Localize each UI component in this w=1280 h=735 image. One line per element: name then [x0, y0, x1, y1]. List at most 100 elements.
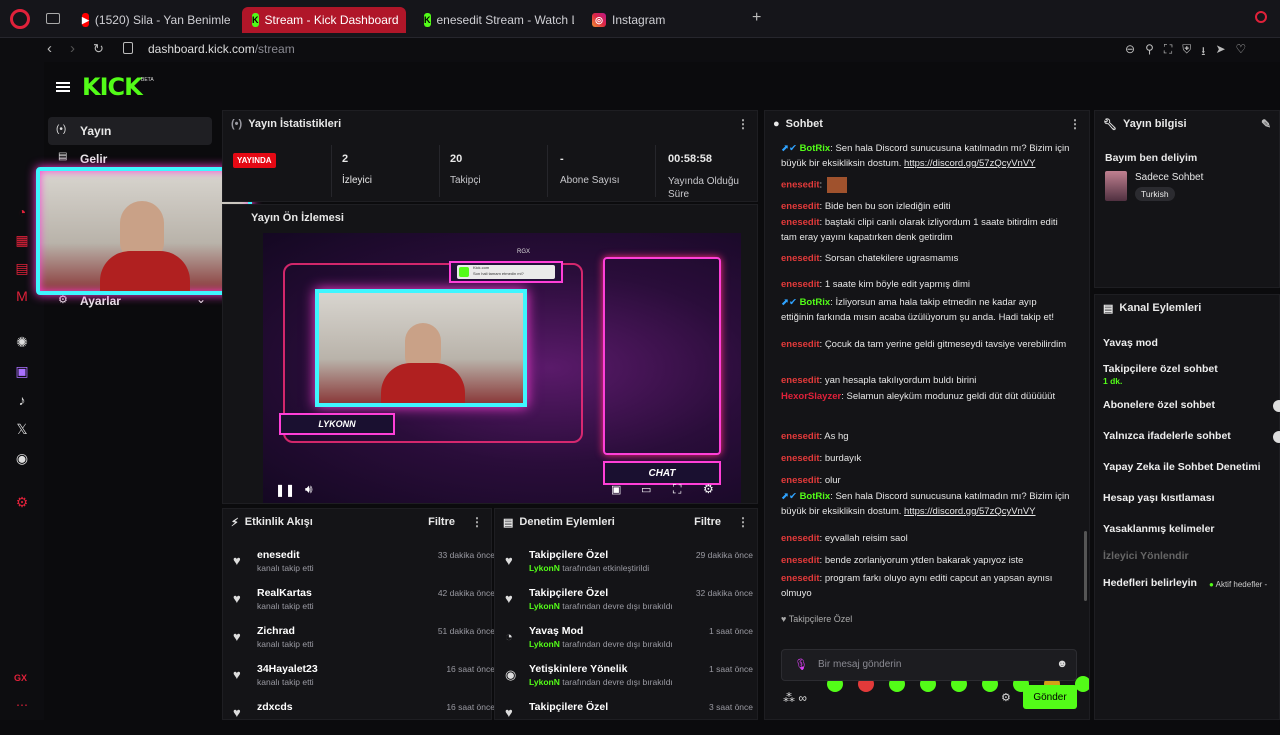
- list-item[interactable]: ♥ Zichrad kanalı takip etti 51 dakika ön…: [233, 623, 495, 659]
- channel-action-item[interactable]: Takipçilere özel sohbet 1 dk.: [1103, 363, 1218, 386]
- chat-username[interactable]: enesedit: [781, 475, 820, 486]
- kebab-icon[interactable]: ⋮: [737, 117, 749, 131]
- chat-scrollbar[interactable]: [1084, 531, 1087, 601]
- chat-username[interactable]: enesedit: [781, 217, 820, 228]
- chat-username[interactable]: enesedit: [781, 375, 820, 386]
- list-item[interactable]: ♥ Takipçilere Özel LykonN tarafından etk…: [505, 547, 753, 583]
- list-item[interactable]: ♥ Takipçilere Özel LykonN tarafından dev…: [505, 585, 753, 621]
- kick-logo[interactable]: KICK: [82, 73, 143, 101]
- chat-username[interactable]: BotRix: [800, 297, 831, 308]
- chat-input[interactable]: 🎙︎ Bir mesaj gönderin ☻: [781, 649, 1077, 681]
- theater-icon[interactable]: ▭: [641, 483, 651, 496]
- tab-instagram[interactable]: ◎ Instagram: [582, 7, 742, 33]
- channel-action-item[interactable]: Yasaklanmış kelimeler: [1103, 523, 1215, 535]
- menu-icon[interactable]: [56, 82, 70, 92]
- back-icon[interactable]: ‹: [47, 40, 52, 57]
- toggle-switch[interactable]: [1273, 400, 1280, 412]
- chat-username[interactable]: enesedit: [781, 573, 820, 584]
- channel-action-item[interactable]: Yalnızca ifadelerle sohbet: [1103, 430, 1231, 442]
- chat-username[interactable]: enesedit: [781, 555, 820, 566]
- chat-username[interactable]: enesedit: [781, 253, 820, 264]
- chatgpt-icon[interactable]: ✺: [12, 332, 32, 352]
- chat-username[interactable]: BotRix: [800, 143, 831, 154]
- chat-username[interactable]: HexorSlayzer: [781, 391, 841, 402]
- opera-logo-icon[interactable]: [10, 9, 30, 29]
- search-icon[interactable]: [1255, 11, 1267, 23]
- chat-username[interactable]: enesedit: [781, 453, 820, 464]
- channel-action-item[interactable]: Yavaş mod: [1103, 337, 1158, 349]
- snapshot-icon[interactable]: ⛶: [1164, 42, 1172, 63]
- settings-icon[interactable]: ⚙: [12, 492, 32, 512]
- chat-username[interactable]: enesedit: [781, 533, 820, 544]
- nav-item-ayarlar[interactable]: ⚙ Ayarlar ⌄: [48, 292, 212, 312]
- heart-icon[interactable]: ♡: [1236, 42, 1247, 63]
- pip-icon[interactable]: ▣: [611, 483, 621, 496]
- item-sub: tarafından devre dışı bırakıldı: [559, 601, 673, 611]
- filter-button[interactable]: Filtre: [428, 516, 455, 528]
- mic-icon[interactable]: 🎙︎: [794, 658, 808, 671]
- send-icon[interactable]: ➤: [1215, 42, 1225, 63]
- gear-icon[interactable]: ⚙: [1001, 691, 1011, 704]
- nav-item-gelir[interactable]: ▤ Gelir: [48, 149, 212, 169]
- fullscreen-icon[interactable]: ⛶: [673, 482, 681, 497]
- list-item[interactable]: ◉ Yetişkinlere Yönelik LykonN tarafından…: [505, 661, 753, 697]
- kebab-icon[interactable]: ⋮: [1069, 117, 1081, 131]
- more-icon[interactable]: ⋯: [16, 698, 28, 712]
- gear-icon[interactable]: ⚙: [703, 482, 714, 496]
- chat-link[interactable]: https://discord.gg/57zQcyVnVY: [904, 506, 1035, 517]
- chat-username[interactable]: enesedit: [781, 431, 820, 442]
- pause-icon[interactable]: ❚❚: [275, 483, 295, 497]
- emote-icon[interactable]: [1075, 676, 1089, 692]
- pin-icon[interactable]: ⚲: [1145, 42, 1154, 63]
- chat-username[interactable]: enesedit: [781, 201, 820, 212]
- list-item[interactable]: ◔ Yavaş Mod LykonN tarafından devre dışı…: [505, 623, 753, 659]
- tab-switcher-icon[interactable]: [46, 13, 60, 24]
- url-field[interactable]: dashboard.kick.com/stream: [148, 42, 295, 56]
- download-icon[interactable]: ⭳: [1201, 42, 1205, 63]
- tab-kick-dashboard[interactable]: K Stream - Kick Dashboard: [242, 7, 406, 33]
- discord-icon[interactable]: ◉: [12, 448, 32, 468]
- tiktok-icon[interactable]: ♪: [12, 390, 32, 410]
- channel-action-item[interactable]: Yapay Zeka ile Sohbet Denetimi: [1103, 461, 1261, 473]
- twitch-alt-icon[interactable]: ▤: [12, 258, 32, 278]
- chat-username[interactable]: enesedit: [781, 339, 820, 350]
- category-name[interactable]: Sadece Sohbet: [1135, 172, 1203, 183]
- reload-icon[interactable]: ↻: [93, 41, 104, 57]
- new-tab-icon[interactable]: +: [752, 9, 761, 27]
- gx-control-icon[interactable]: ◔: [12, 202, 32, 222]
- gx-corner-icon[interactable]: ▦: [12, 230, 32, 250]
- list-item[interactable]: ♥ enesedit kanalı takip etti 33 dakika ö…: [233, 547, 495, 583]
- list-item[interactable]: ♥ zdxcds 16 saat önce: [233, 699, 495, 735]
- tab-youtube[interactable]: ▶ (1520) Sila - Yan Benimle: [72, 7, 232, 33]
- zoom-icon[interactable]: ⊖: [1125, 42, 1135, 63]
- channel-action-item[interactable]: Abonelere özel sohbet: [1103, 399, 1215, 411]
- stream-preview[interactable]: LYKONN Kick.com Son hali tamam etmedin m…: [263, 233, 741, 503]
- toggle-switch[interactable]: [1273, 431, 1280, 443]
- channel-action-item[interactable]: Hesap yaşı kısıtlaması: [1103, 492, 1215, 504]
- kebab-icon[interactable]: ⋮: [471, 515, 483, 529]
- volume-icon[interactable]: 🔊︎: [305, 482, 313, 497]
- stat-value: -: [560, 153, 564, 165]
- x-icon[interactable]: 𝕏: [12, 419, 32, 439]
- send-button[interactable]: Gönder: [1023, 685, 1077, 709]
- channel-action-item[interactable]: Hedefleri belirleyin: [1103, 577, 1197, 589]
- filter-button[interactable]: Filtre: [694, 516, 721, 528]
- emoji-icon[interactable]: ☻: [1056, 658, 1068, 670]
- points-icon[interactable]: ⁂ ∞: [783, 691, 807, 705]
- list-item[interactable]: ♥ 34Hayalet23 kanalı takip etti 16 saat …: [233, 661, 495, 697]
- list-item[interactable]: ♥ Takipçilere Özel 3 saat önce: [505, 699, 753, 735]
- channel-action-item[interactable]: İzleyici Yönlendir: [1103, 550, 1189, 562]
- chat-username[interactable]: BotRix: [800, 491, 831, 502]
- chat-username[interactable]: enesedit: [781, 279, 820, 290]
- chat-username[interactable]: enesedit: [781, 180, 820, 191]
- chat-link[interactable]: https://discord.gg/57zQcyVnVY: [904, 158, 1035, 169]
- nav-item-yayin[interactable]: (•) Yayın: [48, 117, 212, 145]
- messenger-icon[interactable]: M: [12, 286, 32, 306]
- vpn-icon[interactable]: ⛨: [1182, 42, 1191, 63]
- tab-kick-watch[interactable]: K enesedit Stream - Watch L: [414, 7, 574, 33]
- edit-icon[interactable]: ✎: [1261, 117, 1271, 131]
- forward-icon[interactable]: ›: [70, 40, 75, 57]
- kebab-icon[interactable]: ⋮: [737, 515, 749, 529]
- list-item[interactable]: ♥ RealKartas kanalı takip etti 42 dakika…: [233, 585, 495, 621]
- twitch-icon[interactable]: ▣: [12, 361, 32, 381]
